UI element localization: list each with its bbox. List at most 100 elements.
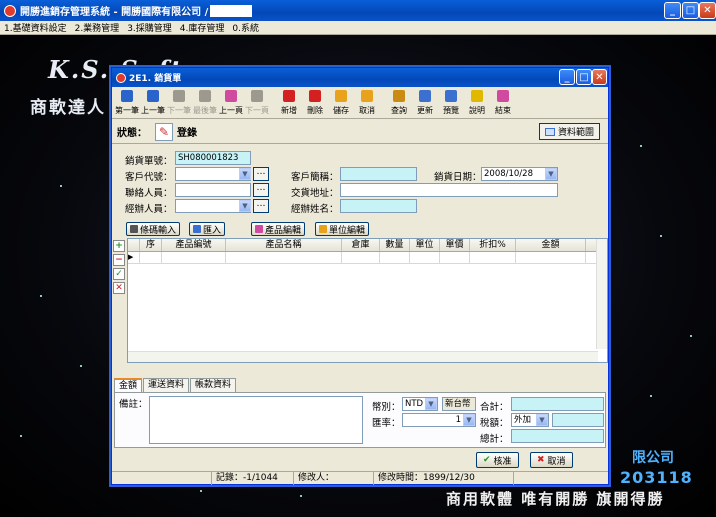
chevron-down-icon[interactable]: ▼ [239,168,251,180]
window-icon [116,72,126,83]
handler-lookup-button[interactable]: … [253,199,269,213]
toolbar-label: 刪除 [307,106,323,115]
chevron-down-icon[interactable]: ▼ [239,200,251,212]
handler-name-field[interactable] [340,199,417,213]
exit-icon [497,90,509,102]
toolbar-button-13[interactable]: 說明 [464,88,490,118]
toolbar-button-9[interactable]: 取消 [354,88,380,118]
menu-item-purchasing[interactable]: 3.採購管理 [127,21,172,34]
confirm-row-icon[interactable]: ✓ [113,268,125,280]
grid-cell[interactable] [140,252,162,263]
grid-cell[interactable] [342,252,380,263]
child-maximize-button[interactable]: □ [576,69,592,85]
toolbar-button-5[interactable]: 下一頁 [244,88,270,118]
toolbar-button-11[interactable]: 更新 [412,88,438,118]
column-header[interactable]: 單價 [440,239,470,251]
grid-cell[interactable] [162,252,226,263]
column-header[interactable]: 序 [140,239,162,251]
toolbar-button-1[interactable]: 上一筆 [140,88,166,118]
table-row[interactable]: ▶ [128,252,607,264]
toolbar-button-2[interactable]: 下一筆 [166,88,192,118]
toolbar-button-10[interactable]: 查詢 [386,88,412,118]
order-no-field[interactable]: SH080001823 [175,151,251,165]
column-header[interactable]: 產品編號 [162,239,226,251]
calendar-dropdown-icon[interactable]: ▼ [545,168,557,180]
title-blank-field [210,4,253,17]
order-lines-grid[interactable]: 序產品編號 產品名稱 倉庫 數量 單位 單價 折扣% 金額 ▶ [127,238,608,363]
grid-cell[interactable] [226,252,342,263]
toolbar-button-4[interactable]: 上一頁 [218,88,244,118]
delete-icon [309,90,321,102]
chevron-down-icon[interactable]: ▼ [425,398,437,410]
company-name-fragment: 限公司 [632,450,674,466]
horizontal-scrollbar[interactable] [128,351,598,362]
close-button[interactable]: ✕ [699,2,716,19]
toolbar-button-3[interactable]: 最後筆 [192,88,218,118]
grid-cell[interactable] [410,252,440,263]
pencil-icon: ✎ [155,122,173,141]
menu-item-inventory[interactable]: 4.庫存管理 [180,21,225,34]
column-header[interactable]: 金額 [516,239,586,251]
slogan: 商用軟體 唯有開勝 旗開得勝 [446,490,665,508]
menu-item-sales[interactable]: 2.業務管理 [75,21,120,34]
remove-row-icon[interactable]: − [113,254,125,266]
prev-page-icon [225,90,237,102]
menu-item-basic-settings[interactable]: 1.基礎資料設定 [4,21,67,34]
toolbar-button-6[interactable]: 新增 [276,88,302,118]
vertical-scrollbar[interactable] [596,239,607,349]
grid-cell[interactable] [516,252,586,263]
help-icon [471,90,483,102]
customer-lookup-button[interactable]: … [253,167,269,181]
minimize-button[interactable]: _ [664,2,681,19]
toolbar-label: 更新 [417,106,433,115]
column-header[interactable]: 數量 [380,239,410,251]
status-value: 登錄 [177,128,197,139]
column-header[interactable]: 折扣% [470,239,516,251]
import-button[interactable]: 匯入 [189,222,226,236]
app-icon [4,4,16,17]
status-bar: 記錄：-1/1044 修改人： 修改時間：1899/12/30 [112,471,608,485]
approve-button[interactable]: ✔ 核准 [476,452,519,468]
column-header[interactable]: 單位 [410,239,440,251]
toolbar-button-12[interactable]: 預覽 [438,88,464,118]
add-row-icon[interactable]: + [113,240,125,252]
child-window-titlebar: 2E1. 銷貨單 _ □ ✕ [112,68,608,87]
toolbar-button-7[interactable]: 刪除 [302,88,328,118]
toolbar-button-8[interactable]: 儲存 [328,88,354,118]
brand-name-cn: 商軟達人 [30,98,106,118]
delete-row-icon[interactable]: ✕ [113,282,125,294]
grid-cell[interactable] [470,252,516,263]
data-range-button[interactable]: 資料範圍 [538,123,600,140]
column-header[interactable]: 產品名稱 [226,239,342,251]
toolbar-button-14[interactable]: 結束 [490,88,516,118]
column-header[interactable]: 倉庫 [342,239,380,251]
grid-cell[interactable] [440,252,470,263]
sales-order-window: 2E1. 銷貨單 _ □ ✕ 第一筆 上一筆 下一筆 最後筆 上一頁 下一頁 新增 刪除 儲存取… [111,67,609,485]
tab-accounts[interactable]: 帳款資料 [190,378,237,392]
toolbar-label: 第一筆 [115,106,139,115]
child-close-button[interactable]: ✕ [592,69,607,85]
chevron-down-icon[interactable]: ▼ [463,414,475,426]
chevron-down-icon[interactable]: ▼ [536,414,548,426]
grid-cell[interactable] [380,252,410,263]
remark-field[interactable] [149,396,363,444]
menu-item-system[interactable]: 0.系統 [232,21,259,34]
customer-name-field[interactable] [340,167,417,181]
toolbar-label: 下一頁 [245,106,269,115]
child-minimize-button[interactable]: _ [559,69,575,85]
product-edit-button[interactable]: 產品編輯 [251,222,306,236]
barcode-input-button[interactable]: 條碼輸入 [126,222,181,236]
toolbar-button-0[interactable]: 第一筆 [114,88,140,118]
contact-field[interactable] [175,183,251,197]
next-record-icon [173,90,185,102]
unit-edit-button[interactable]: 單位編輯 [315,222,370,236]
prev-record-icon [147,90,159,102]
address-field[interactable] [340,183,558,197]
toolbar-label: 上一頁 [219,106,243,115]
cancel-button[interactable]: ✖ 取消 [530,452,573,468]
maximize-button[interactable]: □ [682,2,699,19]
tab-amount[interactable]: 金額 [114,378,143,393]
contact-lookup-button[interactable]: … [253,183,269,197]
toolbar-label: 下一筆 [167,106,191,115]
tab-shipping[interactable]: 運送資料 [143,378,190,392]
